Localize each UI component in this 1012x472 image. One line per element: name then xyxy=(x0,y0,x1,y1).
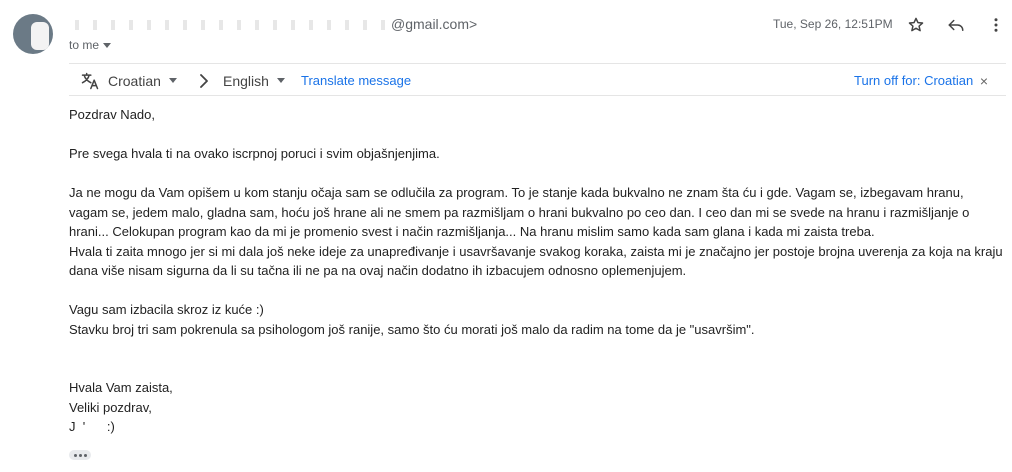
translate-message-link[interactable]: Translate message xyxy=(301,64,411,97)
email-body: Pozdrav Nado, Pre svega hvala ti na ovak… xyxy=(69,105,1004,437)
ellipsis-dot xyxy=(73,453,77,457)
chevron-down-icon xyxy=(168,78,177,83)
body-line: dana više nisam sigurna da li su tačna i… xyxy=(69,263,687,278)
more-vert-icon xyxy=(994,18,998,32)
recipient-label: to me xyxy=(69,38,100,52)
source-language-select[interactable]: Croatian xyxy=(108,64,177,97)
star-button[interactable] xyxy=(904,13,928,37)
redacted-sender-name xyxy=(69,20,391,31)
sender-avatar[interactable] xyxy=(13,14,53,54)
greeting: Pozdrav Nado, xyxy=(69,107,155,122)
sender-email-suffix: @gmail.com> xyxy=(391,16,478,32)
signature: J ' :) xyxy=(69,419,115,434)
chevron-down-icon xyxy=(103,42,112,48)
chevron-right-icon xyxy=(197,64,211,97)
body-line: vagam se, jedem malo, gladna sam, hoću j… xyxy=(69,204,970,220)
avatar-redaction xyxy=(31,22,49,50)
ellipsis-dot xyxy=(78,453,82,457)
reply-button[interactable] xyxy=(944,13,968,37)
body-line: Ja ne mogu da Vam opišem u kom stanju oč… xyxy=(69,185,964,200)
body-line: Vagu sam izbacila skroz iz kuće :) xyxy=(69,302,264,317)
chevron-down-icon xyxy=(276,78,285,83)
reply-icon xyxy=(948,19,964,31)
more-options-button[interactable] xyxy=(984,13,1008,37)
turn-off-translation-link[interactable]: Turn off for: Croatian xyxy=(854,64,973,97)
ellipsis-dot xyxy=(83,453,87,457)
email-date: Tue, Sep 26, 12:51PM xyxy=(773,17,893,31)
translate-bar: Croatian English Translate message Turn … xyxy=(69,63,1006,96)
close-icon[interactable]: × xyxy=(977,64,991,97)
translate-icon xyxy=(79,64,101,97)
closing-line: Hvala Vam zaista, xyxy=(69,380,173,395)
star-icon xyxy=(908,17,924,32)
body-line: Hvala ti zaita mnogo jer si mi dala još … xyxy=(69,243,1003,259)
body-line: Stavku broj tri sam pokrenula sa psiholo… xyxy=(69,321,755,337)
show-trimmed-content-button[interactable] xyxy=(69,450,91,460)
closing-line: Veliki pozdrav, xyxy=(69,399,152,415)
sender-address: @gmail.com> xyxy=(69,16,477,32)
body-line: hrani... Celokupan program kao da mi je … xyxy=(69,224,875,239)
recipient-details-toggle[interactable]: to me xyxy=(69,38,112,52)
source-language-label: Croatian xyxy=(108,72,161,89)
paragraph-thanks: Pre svega hvala ti na ovako iscrpnoj por… xyxy=(69,146,440,161)
target-language-label: English xyxy=(223,72,269,89)
target-language-select[interactable]: English xyxy=(223,64,285,97)
